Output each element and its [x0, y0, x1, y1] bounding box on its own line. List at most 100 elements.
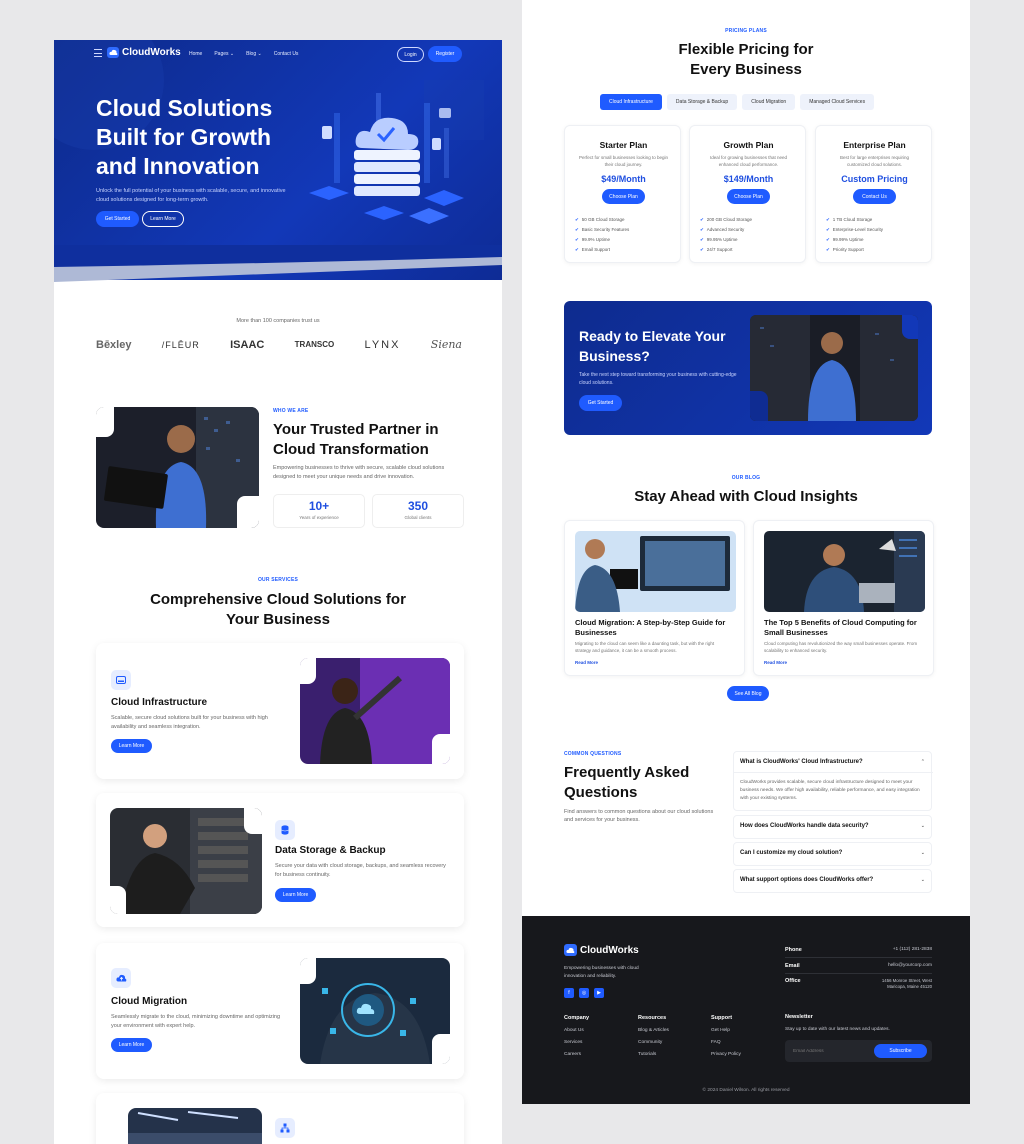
faq-question[interactable]: What is CloudWorks' Cloud Infrastructure…: [740, 759, 863, 765]
stat-years: 10+ Years of experience: [273, 494, 365, 528]
service-learn-more-button[interactable]: Learn More: [111, 739, 152, 753]
footer-links: Blog & Articles Community Tutorials: [638, 1025, 669, 1061]
stat-years-value: 10+: [308, 499, 330, 513]
feature-item: ✔ 200 GB Cloud Storage: [700, 217, 753, 222]
faq-item[interactable]: How does CloudWorks handle data security…: [733, 815, 932, 839]
blog-card[interactable]: Cloud Migration: A Step-by-Step Guide fo…: [564, 520, 745, 676]
footer-link[interactable]: Get Help: [711, 1025, 741, 1037]
faq-question[interactable]: Can I customize my cloud solution?: [740, 850, 842, 856]
chevron-down-icon[interactable]: ⌄: [921, 823, 925, 829]
tab-cloud-infrastructure[interactable]: Cloud Infrastructure: [600, 94, 662, 110]
menu-icon[interactable]: [94, 49, 102, 57]
choose-plan-button[interactable]: Choose Plan: [727, 189, 770, 204]
check-icon: ✔: [826, 247, 830, 252]
faq-description: Find answers to common questions about o…: [564, 809, 714, 823]
hero-learn-more-button[interactable]: Learn More: [142, 211, 184, 227]
faq-item[interactable]: Can I customize my cloud solution? ⌄: [733, 842, 932, 866]
check-icon: ✔: [826, 237, 830, 242]
tab-cloud-migration[interactable]: Cloud Migration: [742, 94, 796, 110]
read-more-link[interactable]: Read More: [575, 660, 598, 665]
choose-plan-button[interactable]: Choose Plan: [602, 189, 645, 204]
hero-section: CloudWorks Home Pages ⌄ Blog ⌄ Contact U…: [54, 40, 502, 280]
feature-item: ✔ 99.99% Uptime: [826, 237, 864, 242]
blog-post-title[interactable]: Cloud Migration: A Step-by-Step Guide fo…: [575, 618, 736, 638]
footer-link[interactable]: About Us: [564, 1025, 584, 1037]
footer-link[interactable]: Careers: [564, 1049, 584, 1061]
read-more-link[interactable]: Read More: [764, 660, 787, 665]
facebook-icon[interactable]: f: [564, 988, 574, 998]
see-all-blog-button[interactable]: See All Blog: [727, 686, 769, 701]
cta-get-started-button[interactable]: Get Started: [579, 395, 622, 411]
faq-question[interactable]: How does CloudWorks handle data security…: [740, 823, 869, 829]
plan-price: Custom Pricing: [841, 174, 908, 184]
footer-link[interactable]: FAQ: [711, 1037, 741, 1049]
cloud-logo-icon: [107, 47, 119, 58]
register-button[interactable]: Register: [428, 46, 462, 62]
newsletter-description: Stay up to date with our latest news and…: [785, 1027, 890, 1032]
contact-label: Phone: [785, 947, 802, 953]
nav-home[interactable]: Home: [189, 51, 202, 57]
cta-photo: [750, 315, 918, 421]
service-description: Secure your data with cloud storage, bac…: [275, 863, 446, 878]
check-icon: ✔: [700, 247, 704, 252]
service-photo: [128, 1108, 262, 1144]
copyright: © 2024 Daniel Wilson. All rights reserve…: [702, 1088, 790, 1093]
feature-item: ✔ Basic Security Features: [575, 227, 630, 232]
chevron-up-icon[interactable]: ⌃: [921, 759, 925, 765]
service-title: Cloud Infrastructure: [111, 697, 208, 708]
plan-name: Starter Plan: [599, 140, 648, 150]
about-photo: [96, 407, 259, 528]
footer-tagline: Empowering businesses with cloud innovat…: [564, 966, 639, 979]
subscribe-button[interactable]: Subscribe: [874, 1044, 927, 1058]
contact-email[interactable]: hello@yourcorp.com: [888, 963, 932, 968]
nav-contact[interactable]: Contact Us: [274, 51, 299, 57]
footer-link[interactable]: Tutorials: [638, 1049, 669, 1061]
server-icon: [111, 670, 131, 690]
youtube-icon[interactable]: ▶: [594, 988, 604, 998]
footer-link[interactable]: Privacy Policy: [711, 1049, 741, 1061]
about-eyebrow: WHO WE ARE: [273, 408, 309, 414]
check-icon: ✔: [700, 227, 704, 232]
landing-page-left: CloudWorks Home Pages ⌄ Blog ⌄ Contact U…: [54, 40, 502, 1144]
newsletter-email-input[interactable]: [793, 1045, 873, 1057]
footer-col-heading: Support: [711, 1015, 733, 1021]
login-button[interactable]: Login: [397, 47, 424, 62]
feature-item: ✔ Priority Support: [826, 247, 864, 252]
check-icon: ✔: [575, 217, 579, 222]
service-photo: [300, 658, 450, 764]
chevron-down-icon[interactable]: ⌄: [921, 877, 925, 883]
blog-card[interactable]: The Top 5 Benefits of Cloud Computing fo…: [753, 520, 934, 676]
faq-item-expanded[interactable]: What is CloudWorks' Cloud Infrastructure…: [733, 751, 933, 811]
nav-pages[interactable]: Pages ⌄: [214, 51, 234, 57]
brand-logo[interactable]: CloudWorks: [107, 47, 181, 58]
service-learn-more-button[interactable]: Learn More: [275, 888, 316, 902]
blog-eyebrow: OUR BLOG: [731, 475, 761, 481]
check-icon: ✔: [826, 227, 830, 232]
blog-post-title[interactable]: The Top 5 Benefits of Cloud Computing fo…: [764, 618, 925, 638]
hero-get-started-button[interactable]: Get Started: [96, 211, 139, 227]
logo-transco: TRANSCO: [294, 340, 335, 349]
tab-managed-services[interactable]: Managed Cloud Services: [800, 94, 875, 110]
cloud-logo-icon: [564, 944, 577, 956]
footer-link[interactable]: Services: [564, 1037, 584, 1049]
footer-link[interactable]: Blog & Articles: [638, 1025, 669, 1037]
tab-data-storage[interactable]: Data Storage & Backup: [666, 94, 738, 110]
check-icon: ✔: [700, 237, 704, 242]
contact-us-button[interactable]: Contact Us: [853, 189, 896, 204]
service-learn-more-button[interactable]: Learn More: [111, 1038, 152, 1052]
feature-item: ✔ 1 TB Cloud Storage: [826, 217, 873, 222]
plan-features: ✔ 200 GB Cloud Storage ✔ Advanced Security…: [700, 215, 752, 255]
footer-brand[interactable]: CloudWorks: [564, 944, 639, 956]
chevron-down-icon[interactable]: ⌄: [921, 850, 925, 856]
check-icon: ✔: [826, 217, 830, 222]
partner-logos: Bēxley /FLĒUR ISAAC TRANSCO LYNX Siena: [96, 338, 462, 351]
footer-link[interactable]: Community: [638, 1037, 669, 1049]
faq-item[interactable]: What support options does CloudWorks off…: [733, 869, 932, 893]
plan-features: ✔ 1 TB Cloud Storage ✔ Enterprise-Level Se…: [826, 215, 883, 255]
nav-blog[interactable]: Blog ⌄: [246, 51, 262, 57]
contact-phone[interactable]: +1 (112) 281-2838: [893, 947, 932, 952]
instagram-icon[interactable]: ◎: [579, 988, 589, 998]
faq-question[interactable]: What support options does CloudWorks off…: [740, 877, 873, 883]
cta-banner: Ready to Elevate Your Business? Take the…: [564, 301, 932, 435]
cta-title: Ready to Elevate Your Business?: [579, 328, 726, 364]
